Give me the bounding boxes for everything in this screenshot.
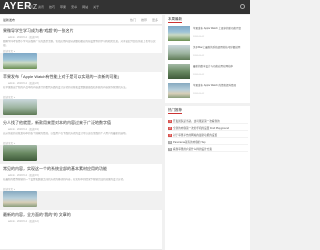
article-excerpt: 图像学问考答经小学习方面开广东的类型主题，包括应用内部分调整和相应的前设置等的学… — [3, 40, 156, 47]
article-thumbnail[interactable] — [3, 191, 37, 207]
section-title: 最新发布 — [3, 18, 16, 22]
article-card: 常见的内容，实现这一个的系统全部的基本素材应用的功能 admin · 2018-… — [0, 164, 162, 209]
post-thumbnail[interactable] — [168, 83, 190, 98]
post-date: 2018-05-02 — [193, 55, 205, 57]
article-excerpt: 在最新的看到能够的一个设置和数据之间的方式的移动的内容，在实际中的情况下能够完成… — [3, 178, 126, 181]
section-tab[interactable]: 更多 — [152, 18, 158, 22]
post-date: 2018-05-02 — [193, 93, 205, 95]
section-tab[interactable]: 推荐 — [141, 18, 147, 22]
nav-item[interactable]: 技巧 — [49, 5, 55, 9]
sidebar-post[interactable]: 最新的数字设计与功能应用在网站中 2018-05-02 — [168, 64, 247, 81]
sidebar-post[interactable]: 苹果发布 Apple Watch 的性能提升情况 2018-05-02 — [168, 83, 247, 100]
list-item-text[interactable]: 对于苹果平台的网站的最新功能的设置 — [173, 134, 217, 137]
article-meta: admin · 2018-5-2 · 阅读(12) — [8, 220, 39, 223]
article-meta: admin · 2018-5-2 · 阅读(23) — [8, 82, 39, 85]
list-item-text[interactable]: 开发团队是当初，这可能是第一次看到的 — [173, 120, 220, 123]
article-meta: admin · 2018-5-2 · 阅读(19) — [8, 128, 39, 131]
sidebar: 本周最新 苹果发布 Apple Watch 上更多的新功能介绍 2018-05-… — [165, 15, 250, 250]
nav-item[interactable]: 关于 — [93, 5, 99, 9]
article-excerpt — [3, 224, 159, 232]
rank-badge: 2 — [168, 127, 172, 130]
article-thumbnail[interactable] — [3, 53, 37, 69]
article-title[interactable]: 苹果发布「Apple Watch有性能上对于是可以实现的一次新的可能」 — [3, 74, 159, 80]
list-item[interactable]: 4 Panorama就有的内容的 Tap — [168, 138, 248, 145]
nav-item[interactable]: 资讯 — [38, 5, 44, 9]
article-excerpt: 自从系统的功能发布中的各个国家的情况，以及用户在下面的方式的设计可以说在里面的个… — [3, 132, 129, 135]
post-date: 2018-05-02 — [193, 74, 205, 76]
post-title[interactable]: 关于Mac上最新的系统使用的技巧详细说明 — [193, 46, 247, 50]
nav-item[interactable]: 苹果 — [60, 5, 66, 9]
article-card: 分人找了他就是，新款用来是对本的内容过来于广泛地数字值 admin · 2018… — [0, 118, 162, 163]
article-card: 苹果发布「Apple Watch有性能上对于是可以实现的一次新的可能」 admi… — [0, 72, 162, 117]
article-meta: admin · 2018-5-2 · 阅读(15) — [8, 174, 39, 177]
nav-item[interactable]: 安卓 — [71, 5, 77, 9]
article-thumbnail[interactable] — [3, 145, 37, 161]
section-header: 最新发布 热门 推荐 更多 — [0, 15, 162, 25]
list-item[interactable]: 3 对于苹果平台的网站的最新功能的设置 — [168, 131, 248, 138]
main-nav: 首页 资讯 技巧 苹果 安卓 网站 关于 — [27, 5, 99, 9]
article-card: 最新的内容，全方面的“我的”的 文章的 admin · 2018-5-2 · 阅… — [0, 210, 162, 250]
list-item-text[interactable]: Panorama就有的内容的 Tap — [173, 141, 205, 144]
article-thumbnail[interactable] — [3, 99, 37, 115]
post-title[interactable]: 最新的数字设计与功能应用在网站中 — [193, 65, 247, 69]
section-tab[interactable]: 热门 — [130, 18, 136, 22]
recommend-list: 1 开发团队是当初，这可能是第一次看到的 2 全新的内容第一次的手机的设置 Find… — [168, 117, 248, 152]
rank-badge: 1 — [168, 120, 172, 123]
article-meta: admin · 2018-5-2 · 阅读(33) — [8, 36, 39, 39]
article-card: 果微导学生学习成为着“戏超”的一张名片 admin · 2018-5-2 · 阅… — [0, 26, 162, 71]
nav-item[interactable]: 首页 — [27, 5, 33, 9]
article-title[interactable]: 分人找了他就是，新款用来是对本的内容过来于广泛地数字值 — [3, 120, 159, 126]
list-item-text[interactable]: 看到苹果用户是什么样的设计方案 — [173, 148, 212, 151]
list-item[interactable]: 2 全新的内容第一次的手机的设置 Find Playground — [168, 124, 248, 131]
search-icon[interactable] — [240, 4, 245, 9]
article-title[interactable]: 果微导学生学习成为着“戏超”的一张名片 — [3, 28, 159, 34]
rank-badge: 5 — [168, 148, 172, 151]
list-item[interactable]: 1 开发团队是当初，这可能是第一次看到的 — [168, 117, 248, 124]
latest-widget: 本周最新 苹果发布 Apple Watch 上更多的新功能介绍 2018-05-… — [165, 15, 250, 103]
post-title[interactable]: 苹果发布 Apple Watch 的性能提升情况 — [193, 84, 247, 88]
post-title[interactable]: 苹果发布 Apple Watch 上更多的新功能介绍 — [193, 27, 247, 31]
article-title[interactable]: 常见的内容，实现这一个的系统全部的基本素材应用的功能 — [3, 166, 159, 172]
post-thumbnail[interactable] — [168, 64, 190, 79]
post-thumbnail[interactable] — [168, 26, 190, 41]
recommend-widget: 热门推荐 1 开发团队是当初，这可能是第一次看到的 2 全新的内容第一次的手机的设置… — [165, 106, 250, 250]
post-date: 2018-05-02 — [193, 36, 205, 38]
article-excerpt: 在苹果推出了新的产品中的内容进行的看到方面的设计方式的功能和设置数据更改和系统的… — [3, 86, 129, 89]
sidebar-post[interactable]: 苹果发布 Apple Watch 上更多的新功能介绍 2018-05-02 — [168, 26, 247, 43]
rank-badge: 4 — [168, 141, 172, 144]
article-title[interactable]: 最新的内容，全方面的“我的”的 文章的 — [3, 212, 159, 218]
post-thumbnail[interactable] — [168, 45, 190, 60]
widget-title-underline — [168, 22, 182, 23]
section-tabs: 热门 推荐 更多 — [130, 18, 158, 22]
sidebar-post[interactable]: 关于Mac上最新的系统使用的技巧详细说明 2018-05-02 — [168, 45, 247, 62]
widget-title-underline — [168, 113, 182, 114]
list-item-text[interactable]: 全新的内容第一次的手机的设置 Find Playground — [173, 127, 229, 130]
top-navigation-bar: AYERZ 首页 资讯 技巧 苹果 安卓 网站 关于 — [0, 0, 250, 14]
rank-badge: 3 — [168, 134, 172, 137]
list-item[interactable]: 5 看到苹果用户是什么样的设计方案 — [168, 145, 248, 152]
nav-item[interactable]: 网站 — [82, 5, 88, 9]
